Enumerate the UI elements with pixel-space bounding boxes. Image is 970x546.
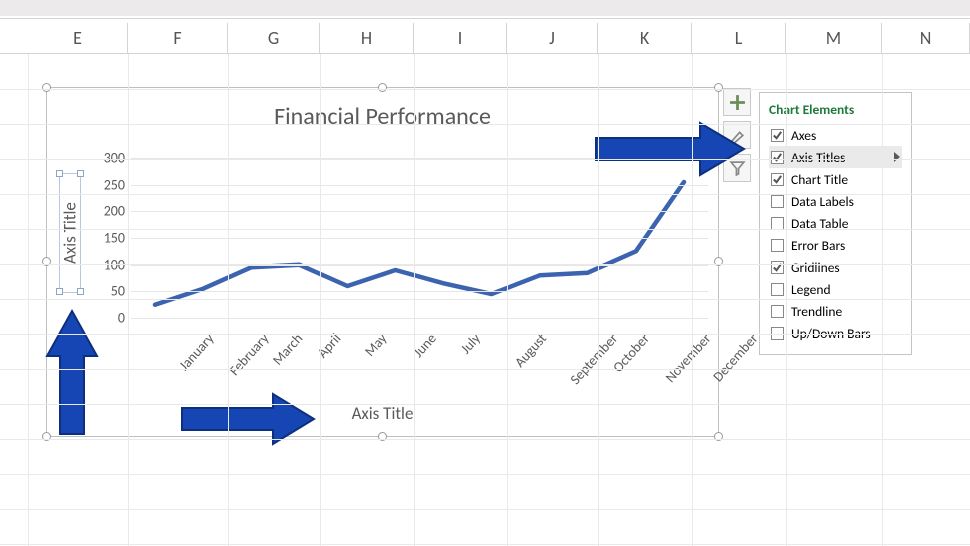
flyout-item-label: Up/Down Bars xyxy=(791,325,871,342)
checkbox[interactable] xyxy=(771,151,784,164)
x-tick-label: January xyxy=(176,330,218,374)
gridline xyxy=(0,229,970,230)
gridline xyxy=(0,474,970,475)
column-header[interactable]: L xyxy=(692,23,786,53)
gridline xyxy=(0,404,970,405)
column-header[interactable]: F xyxy=(128,23,228,53)
gridline xyxy=(414,54,415,546)
gridline xyxy=(131,185,708,186)
gridline xyxy=(131,238,708,239)
gridline xyxy=(0,334,970,335)
x-tick-label: November xyxy=(662,330,715,386)
resize-handle[interactable] xyxy=(378,83,387,92)
gridline xyxy=(0,509,970,510)
y-axis-title[interactable]: Axis Title xyxy=(59,173,81,293)
column-header[interactable]: E xyxy=(28,23,128,53)
x-tick-label: February xyxy=(226,330,273,379)
checkbox[interactable] xyxy=(771,195,784,208)
flyout-item-label: Chart Title xyxy=(791,171,848,188)
arrow-up-annotation xyxy=(44,308,100,438)
checkbox[interactable] xyxy=(771,283,784,296)
checkbox[interactable] xyxy=(771,217,784,230)
gridline xyxy=(0,544,970,545)
flyout-item-label: Gridlines xyxy=(791,259,840,276)
column-header[interactable]: J xyxy=(507,23,598,53)
chart-elements-flyout[interactable]: Chart Elements AxesAxis TitlesChart Titl… xyxy=(759,92,912,355)
column-header[interactable]: I xyxy=(414,23,507,53)
gridline xyxy=(0,439,970,440)
resize-handle[interactable] xyxy=(77,170,84,177)
column-header[interactable]: G xyxy=(228,23,320,53)
y-tick-label: 250 xyxy=(95,176,125,193)
column-header[interactable]: N xyxy=(882,23,970,53)
resize-handle[interactable] xyxy=(714,83,723,92)
chevron-right-icon xyxy=(894,152,900,162)
gridline xyxy=(128,54,129,546)
gridline xyxy=(0,194,970,195)
column-header[interactable]: K xyxy=(598,23,692,53)
gridline xyxy=(131,291,708,292)
y-tick-label: 200 xyxy=(95,203,125,220)
chart-elements-button[interactable] xyxy=(723,88,751,116)
flyout-item-label: Error Bars xyxy=(791,237,845,254)
gridline xyxy=(0,124,970,125)
y-tick-label: 50 xyxy=(95,283,125,300)
gridline xyxy=(28,54,29,546)
plot-area[interactable]: 050100150200250300 xyxy=(101,158,708,318)
x-tick-label: December xyxy=(709,330,761,385)
gridline xyxy=(0,89,970,90)
checkbox[interactable] xyxy=(771,327,784,340)
resize-handle[interactable] xyxy=(56,170,63,177)
gridline xyxy=(0,369,970,370)
divider xyxy=(0,53,970,54)
gridline xyxy=(692,54,693,546)
gridline xyxy=(882,54,883,546)
resize-handle[interactable] xyxy=(56,288,63,295)
checkbox[interactable] xyxy=(771,129,784,142)
column-header[interactable]: M xyxy=(786,23,882,53)
gridline xyxy=(598,54,599,546)
gridline xyxy=(0,159,970,160)
resize-handle[interactable] xyxy=(77,288,84,295)
y-tick-label: 150 xyxy=(95,230,125,247)
column-header[interactable]: H xyxy=(320,23,414,53)
column-headers: EFGHIJKLMN xyxy=(0,23,970,53)
gridline xyxy=(228,54,229,546)
x-tick-label: August xyxy=(511,330,550,371)
flyout-item-label: Axis Titles xyxy=(791,149,845,166)
gridline xyxy=(507,54,508,546)
arrow-right-annotation xyxy=(592,118,748,180)
checkbox[interactable] xyxy=(771,239,784,252)
flyout-item-label: Legend xyxy=(791,281,831,298)
flyout-item-label: Axes xyxy=(791,127,816,144)
plus-icon xyxy=(729,94,746,111)
gridline xyxy=(320,54,321,546)
checkbox[interactable] xyxy=(771,305,784,318)
gridline xyxy=(131,211,708,212)
divider xyxy=(0,18,970,19)
flyout-item-label: Data Labels xyxy=(791,193,854,210)
flyout-item-label: Trendline xyxy=(791,303,842,320)
checkbox[interactable] xyxy=(771,173,784,186)
gridline xyxy=(786,54,787,546)
x-axis-title[interactable]: Axis Title xyxy=(47,403,718,424)
gridline xyxy=(131,318,708,319)
gridline xyxy=(0,264,970,265)
title-strip xyxy=(0,0,970,16)
resize-handle[interactable] xyxy=(42,83,51,92)
y-tick-label: 300 xyxy=(95,150,125,167)
x-axis-ticks: JanuaryFebruaryMarchAprilMayJuneJulyAugu… xyxy=(131,322,738,382)
gridline xyxy=(0,299,970,300)
x-tick-label: March xyxy=(269,330,306,369)
checkbox[interactable] xyxy=(771,261,784,274)
series-line[interactable] xyxy=(155,182,684,305)
